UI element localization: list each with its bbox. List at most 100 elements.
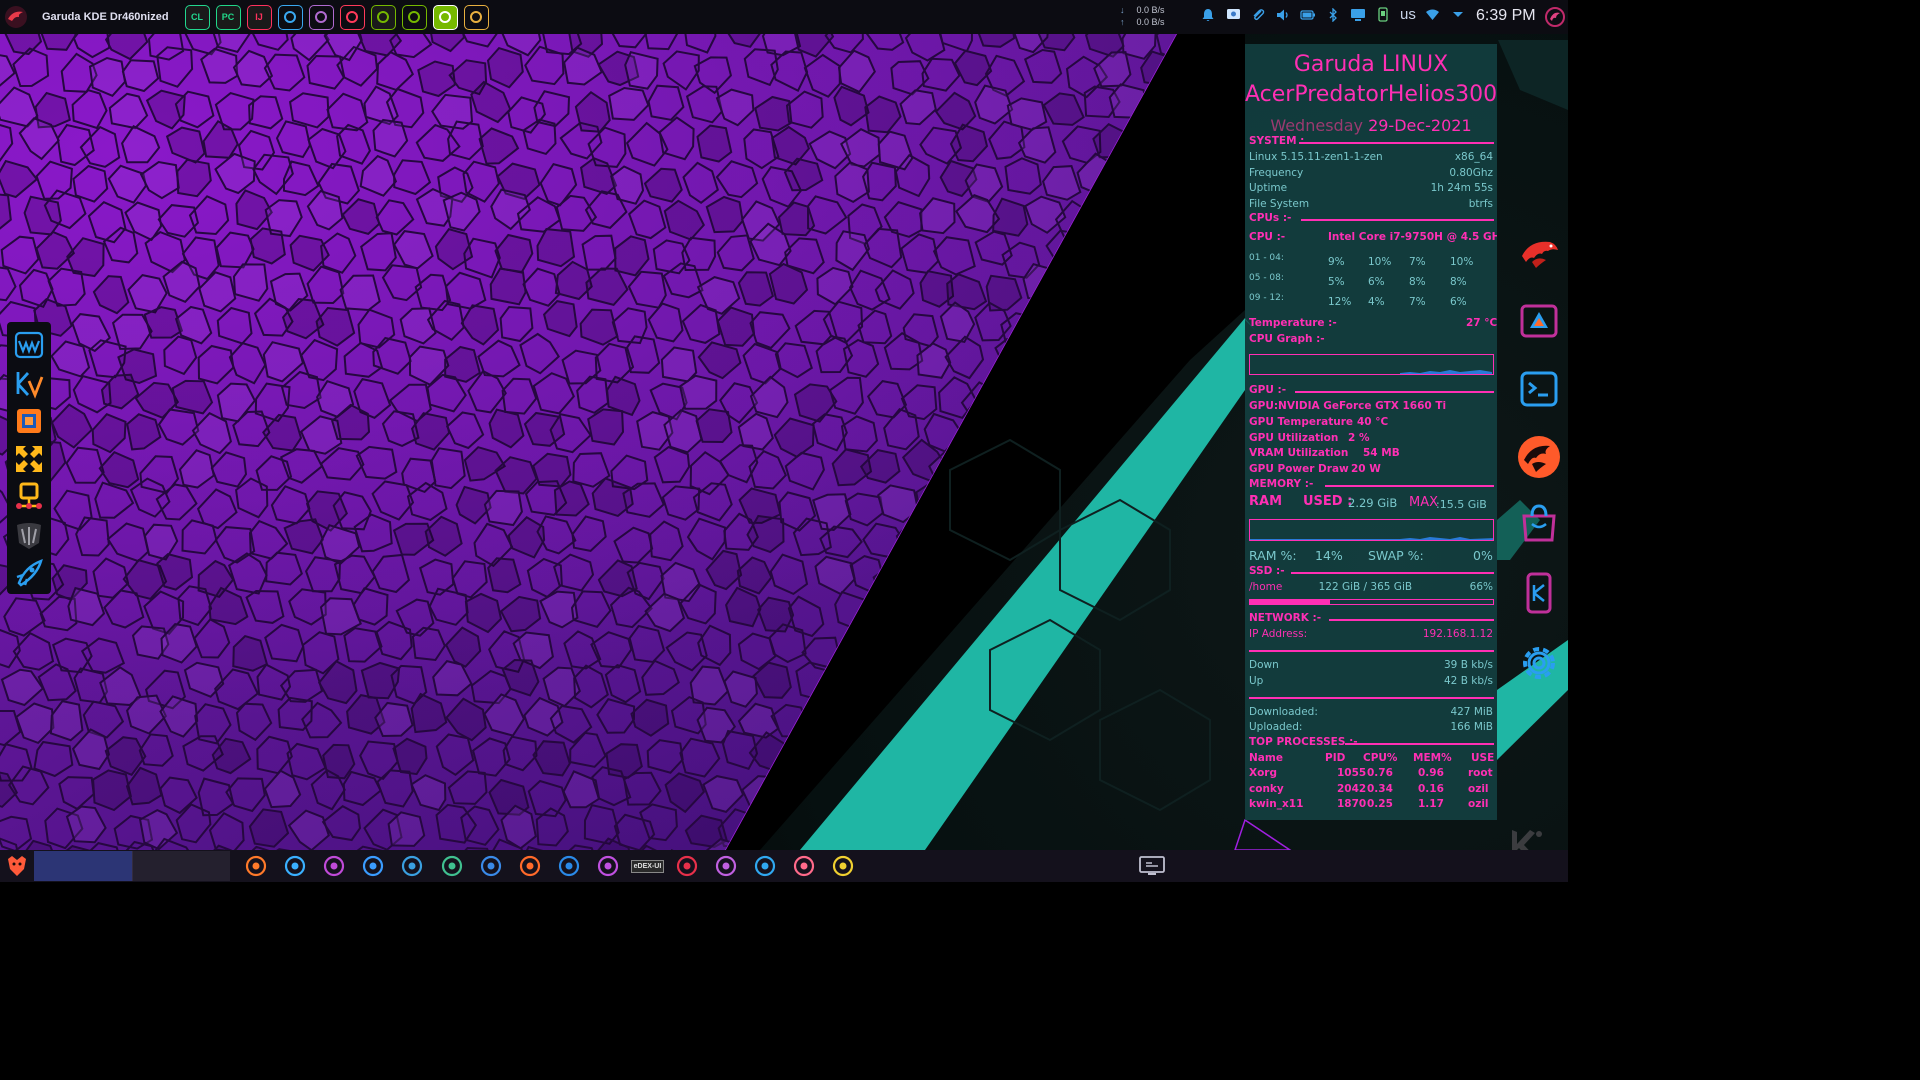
color-picker-icon[interactable] [706,850,745,882]
process-column-header: CPU% [1363,752,1398,764]
cpus-divider [1301,219,1494,221]
teamviewer-icon[interactable] [550,850,589,882]
garuda-eagle-icon[interactable] [1512,228,1566,282]
discord-icon[interactable] [314,850,353,882]
nvidia-icon[interactable] [401,4,427,30]
down-row: Down 39 B kb/s [1249,659,1493,673]
gpu-model: GPU:NVIDIA GeForce GTX 1660 Ti [1249,400,1447,412]
ssd-usage-bar [1249,599,1494,605]
processes-header: TOP PROCESSES :- [1249,736,1358,748]
attachment-icon[interactable] [1250,7,1266,23]
power-tool-icon[interactable] [785,850,824,882]
bell-icon[interactable] [1200,7,1216,23]
process-cell: Xorg [1249,767,1278,779]
battery-icon[interactable] [1300,7,1316,23]
system-row-value: x86_64 [1454,151,1493,163]
vscode-icon[interactable] [277,4,303,30]
taskbar-apps: eDEX-UI [236,850,863,882]
cpu-model: Intel Core i7-9750H @ 4.5 GHz [1328,231,1497,243]
qbittorrent-icon[interactable] [393,850,432,882]
phone-icon[interactable] [1375,7,1391,23]
system-row-value: btrfs [1468,197,1493,210]
display-config-icon[interactable] [1225,7,1241,23]
virtual-desktop-1[interactable] [34,851,132,881]
package-icon[interactable] [463,4,489,30]
predator-sense-icon[interactable] [12,518,46,552]
taskbar: eDEX-UI [0,850,1568,882]
desktop: Garuda KDE Dr460nized CL PC IJ ↓ 0.0 B/s ↑ 0… [0,0,1568,882]
move-arrows-icon[interactable] [12,442,46,476]
ssd-divider [1291,572,1494,574]
conky-panel: Garuda LINUX AcerPredatorHelios300 Wedne… [1245,44,1497,820]
file-manager-icon[interactable] [236,850,275,882]
kvantum-icon[interactable] [12,366,46,400]
waveform-icon[interactable] [12,328,46,362]
garuda-dragon-icon[interactable] [1512,430,1566,484]
process-cell: kwin_x11 [1249,798,1304,810]
volume-icon[interactable] [1275,7,1291,23]
expand-tray-icon[interactable] [1450,7,1466,23]
share-icon[interactable] [745,850,784,882]
aperture-icon[interactable] [589,850,628,882]
kde-connect-icon[interactable] [1512,566,1566,620]
network-node-icon[interactable] [12,480,46,514]
cpus-header: CPUs :- [1249,212,1292,224]
download-arrow-icon: ↓ [1120,5,1125,15]
syringe-icon[interactable] [432,850,471,882]
keyboard-layout[interactable]: us [1400,6,1416,23]
edex-ui-icon[interactable]: eDEX-UI [628,850,667,882]
bluetooth-icon[interactable] [1325,7,1341,23]
launcher-label: CL [191,12,204,22]
intellij-icon[interactable]: IJ [246,4,272,30]
process-cell: ozil [1468,782,1489,795]
top-panel: Garuda KDE Dr460nized CL PC IJ ↓ 0.0 B/s ↑ 0… [0,0,1568,34]
taskbar-app-label: eDEX-UI [630,859,665,873]
cpu-temperature: 27 °C [1466,317,1497,329]
ssd-header: SSD :- [1249,565,1285,577]
gpu-row-value: 54 MB [1363,447,1400,459]
show-desktop-icon[interactable] [1138,854,1166,878]
cpu-core-usage: 7% [1409,256,1426,268]
speedometer-icon[interactable] [339,4,365,30]
clion-icon[interactable]: CL [184,4,210,30]
pineapple-icon[interactable] [824,850,863,882]
process-cell: 0.34 [1367,782,1393,795]
cpu-core-usage: 8% [1409,276,1426,288]
cpu-core-usage: 5% [1328,276,1345,288]
process-column-header: MEM% [1413,752,1452,764]
pie-chart-icon[interactable] [510,850,549,882]
garuda-assistant-icon[interactable] [1512,294,1566,348]
garuda-menu-icon[interactable] [2,3,30,31]
chrome-icon[interactable] [275,850,314,882]
pycharm-icon[interactable]: PC [215,4,241,30]
net-up-rate: 0.0 B/s [1136,17,1165,27]
settings-gear-icon[interactable] [1512,636,1566,690]
hard-disk-icon[interactable] [471,850,510,882]
upload-arrow-icon: ↑ [1120,17,1125,27]
shopping-bag-icon[interactable] [1512,496,1566,550]
process-column-header: Name [1249,752,1283,764]
process-cell: conky [1249,782,1284,795]
rocket-icon[interactable] [12,556,46,590]
wifi-icon[interactable] [1425,7,1441,23]
virtualbox-icon[interactable] [12,404,46,438]
terminal-icon[interactable] [1512,362,1566,416]
github-icon[interactable] [308,4,334,30]
nvidia-x-icon[interactable] [432,4,458,30]
garuda-logo-icon[interactable] [1544,6,1566,28]
system-divider [1299,142,1494,144]
network-divider [1329,619,1494,621]
video-call-icon[interactable] [354,850,393,882]
monitor-icon[interactable] [1350,7,1366,23]
nvidia-settings-icon[interactable] [370,4,396,30]
swap-pct: 0% [1473,548,1493,563]
raspberry-pi-icon[interactable] [667,850,706,882]
app-launcher-icon[interactable] [0,850,34,882]
gpu-row-label: GPU Power Draw [1249,462,1349,475]
clock[interactable]: 6:39 PM [1476,7,1536,25]
cpu-core-usage: 4% [1368,296,1385,308]
conky-title: Garuda LINUX [1293,52,1449,77]
virtual-desktop-2[interactable] [132,851,230,881]
system-header: SYSTEM : [1249,135,1305,147]
ssd-pct: 66% [1469,581,1493,593]
